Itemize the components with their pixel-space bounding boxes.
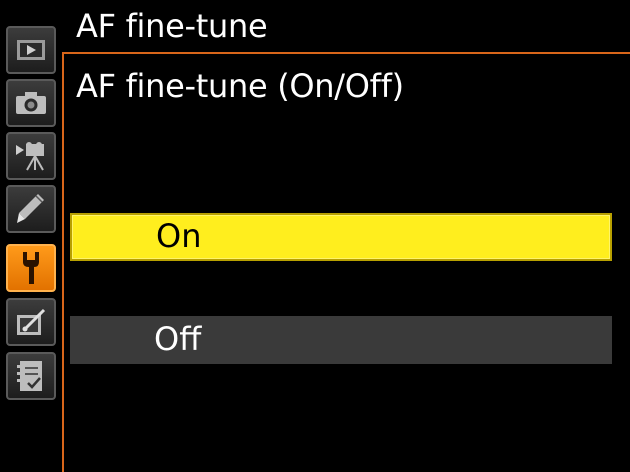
tab-playback[interactable] (6, 26, 56, 74)
option-on[interactable]: On (70, 213, 612, 261)
retouch-icon (17, 308, 46, 335)
tab-shooting[interactable] (6, 79, 56, 127)
my-menu-icon (17, 361, 42, 391)
header-divider (62, 52, 630, 54)
menu-tab-sidebar (0, 0, 62, 472)
camera-icon (16, 92, 46, 114)
option-off[interactable]: Off (70, 316, 612, 364)
setting-subtitle: AF fine-tune (On/Off) (76, 67, 404, 105)
tab-setup[interactable] (6, 244, 56, 292)
sidebar-divider (62, 52, 64, 472)
tab-retouch[interactable] (6, 298, 56, 346)
tab-custom-settings[interactable] (6, 185, 56, 233)
page-title: AF fine-tune (76, 7, 268, 45)
wrench-icon (23, 252, 39, 284)
tab-my-menu[interactable] (6, 352, 56, 400)
tab-movie[interactable] (6, 132, 56, 180)
playback-icon (17, 40, 45, 60)
pencil-icon (17, 194, 44, 223)
movie-icon (16, 142, 44, 171)
